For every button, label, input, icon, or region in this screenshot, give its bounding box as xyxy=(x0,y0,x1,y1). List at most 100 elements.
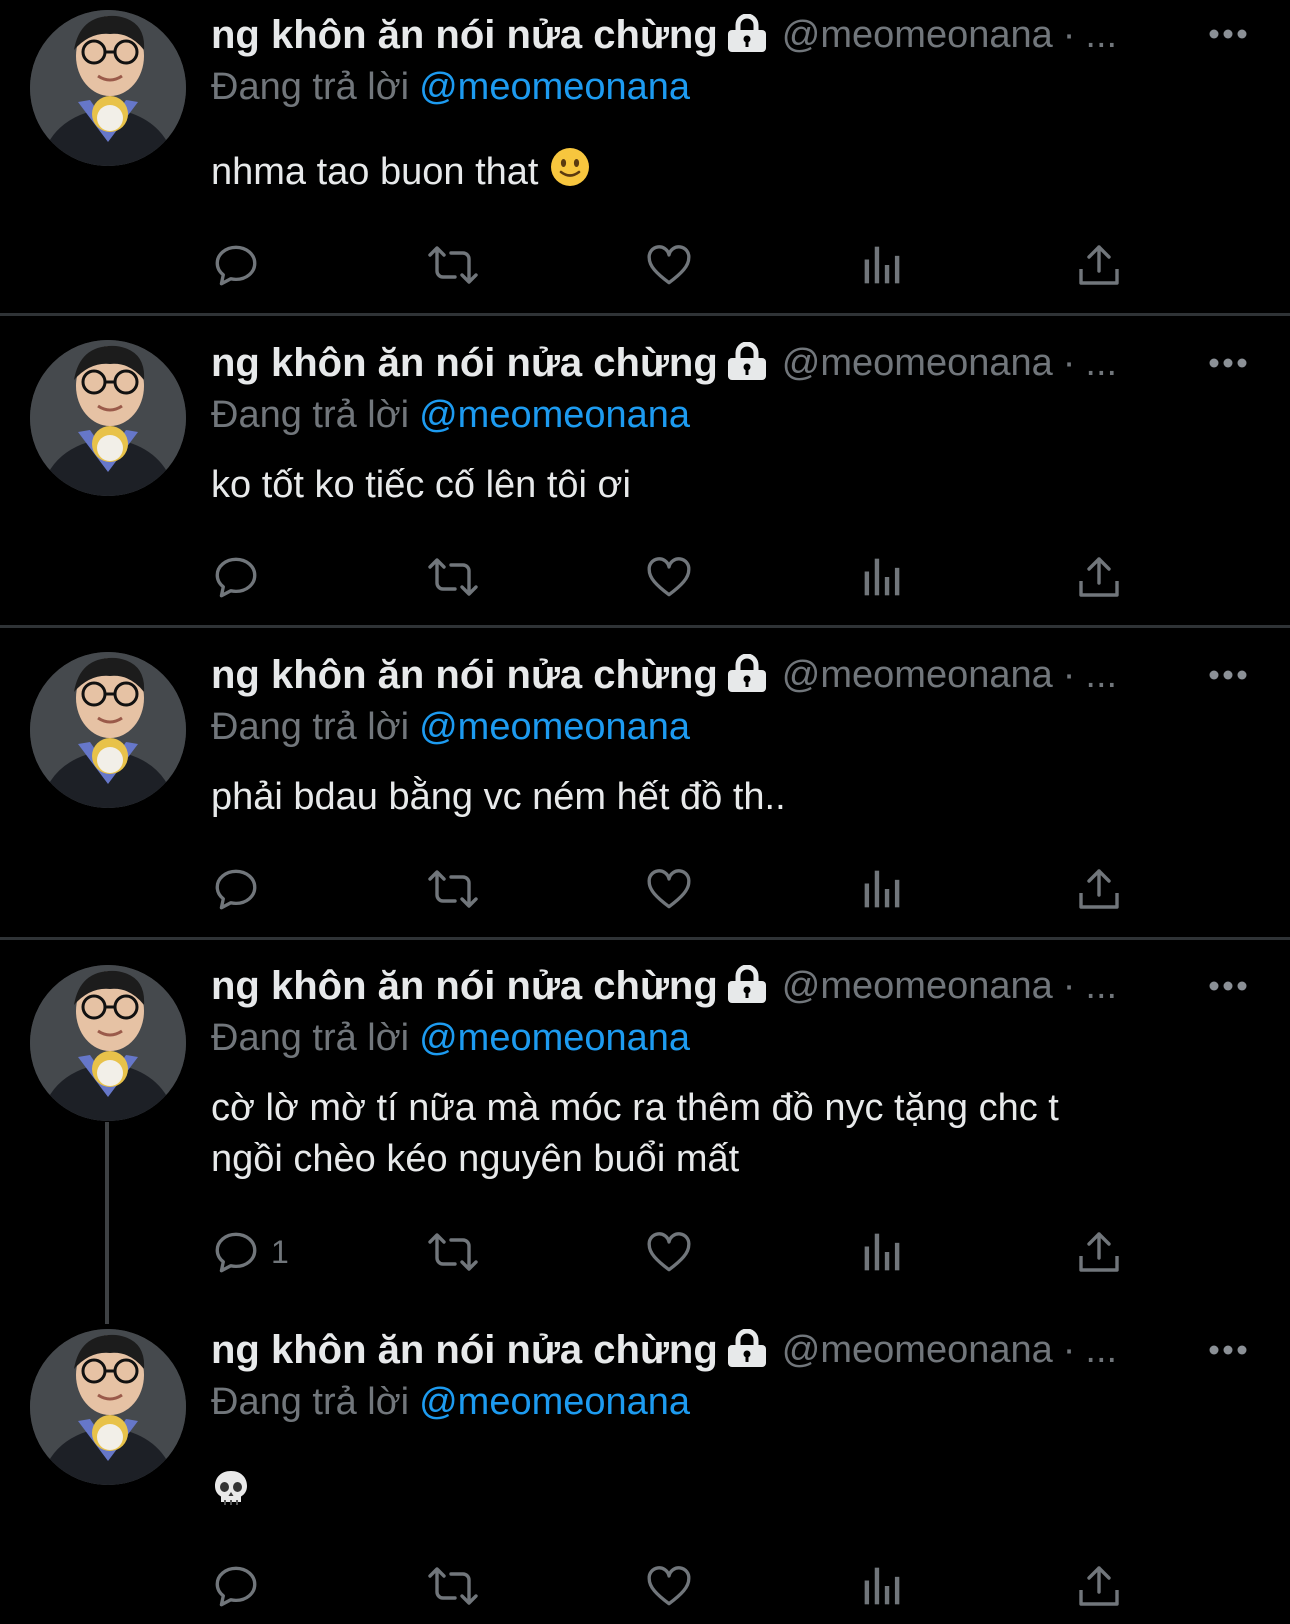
reply-button[interactable] xyxy=(211,235,271,295)
tweet-header: ng khôn ăn nói nửa chừng @meomeonana ·... xyxy=(211,964,1117,1016)
replying-to: Đang trả lời @meomeonana xyxy=(211,1017,690,1060)
reply-button[interactable] xyxy=(211,547,271,607)
like-button[interactable] xyxy=(644,235,694,295)
like-button[interactable] xyxy=(644,547,694,607)
replying-to: Đang trả lời @meomeonana xyxy=(211,1381,690,1424)
handle[interactable]: @meomeonana xyxy=(782,14,1053,56)
share-icon xyxy=(1079,1232,1119,1272)
reply-icon xyxy=(215,557,257,598)
more-icon[interactable] xyxy=(1208,976,1248,1001)
tweet-text: ko tốt ko tiếc cố lên tôi ơi xyxy=(211,460,1251,511)
retweet-button[interactable] xyxy=(425,859,481,919)
replying-to-label: Đang trả lời xyxy=(211,1017,410,1059)
reply-mention-link[interactable]: @meomeonana xyxy=(419,394,690,436)
reply-button[interactable] xyxy=(211,1556,271,1616)
analytics-icon xyxy=(864,1233,900,1271)
views-button[interactable] xyxy=(861,1222,905,1282)
separator-dot: · xyxy=(1062,14,1076,56)
retweet-icon xyxy=(428,1233,478,1271)
like-button[interactable] xyxy=(644,1222,694,1282)
timestamp-ellipsis: ... xyxy=(1085,342,1118,384)
analytics-icon xyxy=(864,1567,900,1605)
avatar[interactable] xyxy=(30,652,186,808)
display-name[interactable]: ng khôn ăn nói nửa chừng xyxy=(211,964,718,1008)
retweet-icon xyxy=(428,246,478,284)
tweet[interactable]: ng khôn ăn nói nửa chừng @meomeonana ·... … xyxy=(0,316,1290,626)
tweet[interactable]: ng khôn ăn nói nửa chừng @meomeonana ·... … xyxy=(0,0,1290,314)
reply-mention-link[interactable]: @meomeonana xyxy=(419,706,690,748)
retweet-button[interactable] xyxy=(425,547,481,607)
display-name[interactable]: ng khôn ăn nói nửa chừng xyxy=(211,13,718,57)
reply-icon xyxy=(215,1566,257,1607)
tweet-text-line: cờ lờ mờ tí nữa mà móc ra thêm đồ nyc tặ… xyxy=(211,1087,1059,1129)
heart-icon xyxy=(647,1232,691,1272)
share-icon xyxy=(1079,869,1119,909)
like-button[interactable] xyxy=(644,859,694,919)
share-button[interactable] xyxy=(1075,235,1123,295)
avatar[interactable] xyxy=(30,965,186,1121)
views-button[interactable] xyxy=(861,235,905,295)
separator-dot: · xyxy=(1062,965,1076,1007)
share-button[interactable] xyxy=(1075,859,1123,919)
reply-icon xyxy=(215,1232,257,1273)
tweet-actions xyxy=(0,859,1290,919)
views-button[interactable] xyxy=(861,1556,905,1616)
like-button[interactable] xyxy=(644,1556,694,1616)
handle[interactable]: @meomeonana xyxy=(782,1329,1053,1371)
separator-dot: · xyxy=(1062,342,1076,384)
reply-mention-link[interactable]: @meomeonana xyxy=(419,1381,690,1423)
retweet-icon xyxy=(428,1567,478,1605)
retweet-button[interactable] xyxy=(425,1222,481,1282)
views-button[interactable] xyxy=(861,859,905,919)
avatar[interactable] xyxy=(30,1329,186,1485)
more-icon[interactable] xyxy=(1208,353,1248,378)
tweet-actions: 1 xyxy=(0,1222,1290,1282)
display-name[interactable]: ng khôn ăn nói nửa chừng xyxy=(211,341,718,385)
handle[interactable]: @meomeonana xyxy=(782,654,1053,696)
tweet-actions xyxy=(0,235,1290,295)
more-icon[interactable] xyxy=(1208,24,1248,49)
tweet-text: cờ lờ mờ tí nữa mà móc ra thêm đồ nyc tặ… xyxy=(211,1083,1251,1185)
replying-to-label: Đang trả lời xyxy=(211,706,410,748)
display-name[interactable]: ng khôn ăn nói nửa chừng xyxy=(211,653,718,697)
share-button[interactable] xyxy=(1075,1222,1123,1282)
retweet-button[interactable] xyxy=(425,235,481,295)
tweet-text-content: phải bdau bằng vc ném hết đồ th.. xyxy=(211,776,786,818)
tweet[interactable]: ng khôn ăn nói nửa chừng @meomeonana ·... … xyxy=(0,628,1290,938)
retweet-button[interactable] xyxy=(425,1556,481,1616)
share-icon xyxy=(1079,245,1119,285)
lock-icon xyxy=(726,13,768,57)
heart-icon xyxy=(647,557,691,597)
heart-icon xyxy=(647,1566,691,1606)
reply-button[interactable] xyxy=(211,859,271,919)
retweet-icon xyxy=(428,558,478,596)
more-icon[interactable] xyxy=(1208,665,1248,690)
share-button[interactable] xyxy=(1075,1556,1123,1616)
handle[interactable]: @meomeonana xyxy=(782,342,1053,384)
reply-mention-link[interactable]: @meomeonana xyxy=(419,1017,690,1059)
reply-mention-link[interactable]: @meomeonana xyxy=(419,66,690,108)
tweet[interactable]: ng khôn ăn nói nửa chừng @meomeonana ·... … xyxy=(0,940,1290,1324)
tweet-actions xyxy=(0,1556,1290,1616)
tweet-text: nhma tao buon that xyxy=(211,146,1251,202)
skull-icon xyxy=(211,1468,251,1522)
tweet-text-line: ngồi chèo kéo nguyên buổi mất xyxy=(211,1138,740,1180)
handle[interactable]: @meomeonana xyxy=(782,965,1053,1007)
avatar[interactable] xyxy=(30,10,186,166)
analytics-icon xyxy=(864,870,900,908)
reply-button[interactable]: 1 xyxy=(211,1222,289,1282)
share-button[interactable] xyxy=(1075,547,1123,607)
more-icon[interactable] xyxy=(1208,1340,1248,1365)
replying-to-label: Đang trả lời xyxy=(211,66,410,108)
reply-icon xyxy=(215,869,257,910)
tweet-actions xyxy=(0,547,1290,607)
timestamp-ellipsis: ... xyxy=(1085,965,1118,1007)
avatar[interactable] xyxy=(30,340,186,496)
lock-icon xyxy=(726,1328,768,1372)
display-name[interactable]: ng khôn ăn nói nửa chừng xyxy=(211,1328,718,1372)
heart-icon xyxy=(647,869,691,909)
lock-icon xyxy=(726,653,768,697)
views-button[interactable] xyxy=(861,547,905,607)
analytics-icon xyxy=(864,558,900,596)
tweet[interactable]: ng khôn ăn nói nửa chừng @meomeonana ·... … xyxy=(0,1324,1290,1624)
